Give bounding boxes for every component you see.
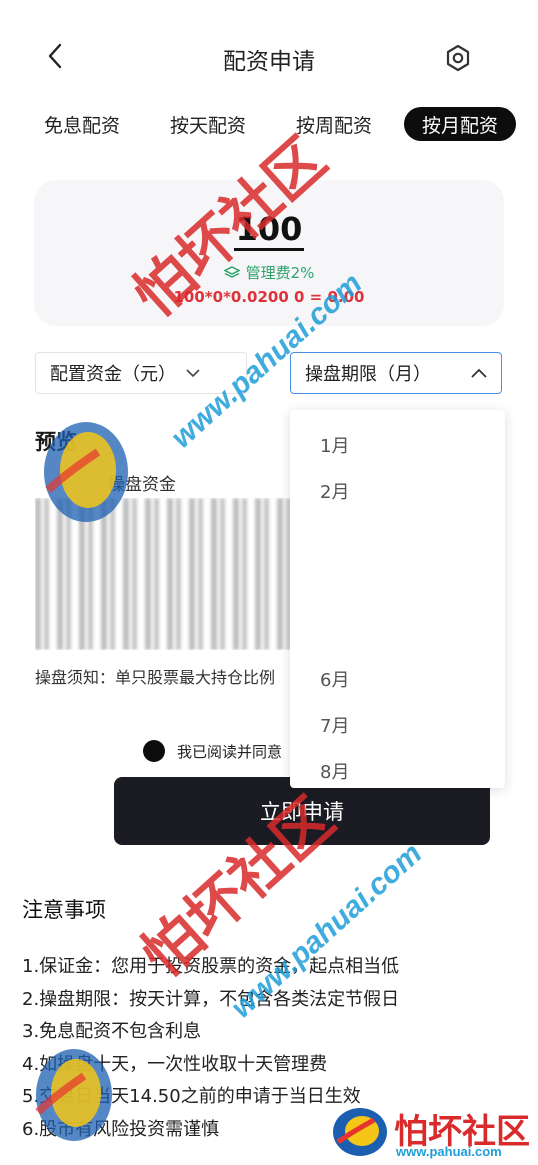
fee-formula: 100*0*0.0200 0 = 0.00 (173, 288, 365, 306)
tab-interest-free[interactable]: 免息配资 (26, 107, 138, 141)
period-option[interactable]: 7月 (320, 712, 349, 738)
amount-select[interactable]: 配置资金（元） (35, 352, 247, 394)
note-item: 5.交易日当天14.50之前的申请于当日生效 (22, 1086, 361, 1107)
tab-weekly[interactable]: 按周配资 (278, 107, 390, 141)
tab-daily[interactable]: 按天配资 (152, 107, 264, 141)
settings-button[interactable] (440, 40, 476, 76)
header: 配资申请 (0, 0, 538, 100)
preview-title: 预览 (35, 430, 77, 454)
summary-card: 100 管理费2% 100*0*0.0200 0 = 0.00 (34, 180, 504, 326)
period-dropdown: 1月 2月 6月 7月 8月 (290, 410, 505, 788)
layers-icon (223, 265, 240, 278)
tab-bar: 免息配资 按天配资 按周配资 按月配资 (26, 104, 516, 144)
period-select-label: 操盘期限（月） (305, 364, 431, 385)
agree-radio[interactable] (143, 740, 165, 762)
notes-list: 1.保证金：您用于投资股票的资金，起点相当低 2.操盘期限：按天计算，不包含各类… (22, 955, 522, 1150)
period-option[interactable]: 2月 (320, 478, 349, 504)
trading-notice: 操盘须知：单只股票最大持仓比例 (35, 668, 276, 687)
chevron-up-icon (471, 368, 487, 378)
note-item: 4.如操盘十天，一次性收取十天管理费 (22, 1053, 328, 1075)
amount-value: 100 (233, 210, 305, 251)
settings-icon (446, 44, 470, 72)
period-option[interactable]: 1月 (320, 432, 349, 458)
chevron-down-icon (186, 368, 200, 377)
amount-select-label: 配置资金（元） (50, 364, 176, 385)
agree-text: 我已阅读并同意 (177, 742, 283, 761)
amount-display: 100 (34, 210, 504, 251)
note-item: 1.保证金：您用于投资股票的资金，起点相当低 (22, 956, 400, 977)
period-option[interactable]: 6月 (320, 666, 349, 692)
period-select[interactable]: 操盘期限（月） (290, 352, 502, 394)
notes-title: 注意事项 (22, 898, 106, 922)
agreement-row: 我已阅读并同意 (143, 740, 282, 762)
preview-subtitle: 操盘资金 (108, 475, 176, 495)
tab-monthly[interactable]: 按月配资 (403, 107, 516, 141)
note-item: 2.操盘期限：按天计算，不包含各类法定节假日 (22, 988, 400, 1010)
period-option[interactable]: 8月 (320, 758, 349, 784)
note-item: 3.免息配资不包含利息 (22, 1021, 202, 1042)
fee-line: 管理费2% (34, 262, 504, 283)
fee-label: 管理费2% (245, 264, 315, 282)
note-item: 6.股市有风险投资需谨慎 (22, 1118, 220, 1140)
